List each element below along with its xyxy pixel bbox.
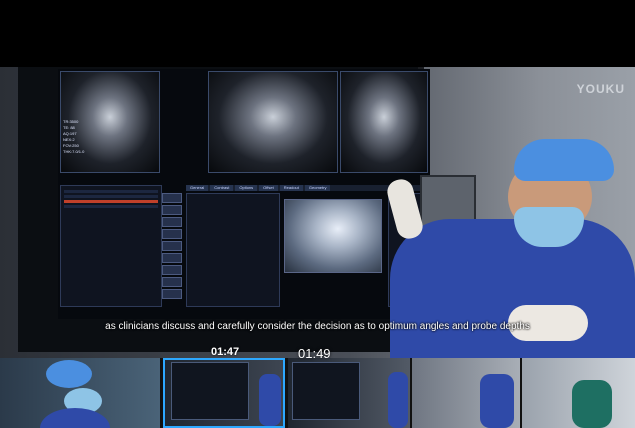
tab-options[interactable]: Options bbox=[235, 185, 258, 191]
scan-viewport-abdomen bbox=[208, 71, 338, 173]
monitor-screen: TR:3500 TE: 88 AQ:197 NEX:2 FOV:250 THK:… bbox=[58, 69, 430, 319]
thumb-monitor bbox=[292, 362, 360, 420]
tool-button[interactable] bbox=[162, 265, 182, 275]
video-player[interactable]: TR:3500 TE: 88 AQ:197 NEX:2 FOV:250 THK:… bbox=[0, 67, 635, 358]
protocol-list bbox=[60, 185, 162, 307]
tab-general[interactable]: General bbox=[186, 185, 209, 191]
monitor: TR:3500 TE: 88 AQ:197 NEX:2 FOV:250 THK:… bbox=[18, 67, 430, 352]
tool-button[interactable] bbox=[162, 217, 182, 227]
scan-label-te: TE: 88 bbox=[63, 125, 75, 130]
tab-contrast[interactable]: Contrast bbox=[210, 185, 234, 191]
tool-button[interactable] bbox=[162, 253, 182, 263]
current-timestamp: 01:49 bbox=[298, 346, 331, 361]
tool-button[interactable] bbox=[162, 205, 182, 215]
tab-geometry[interactable]: Geometry bbox=[304, 185, 331, 191]
hover-timestamp: 01:47 bbox=[211, 346, 240, 358]
thumb-person bbox=[480, 374, 514, 428]
tool-button[interactable] bbox=[162, 193, 182, 203]
youku-logo: YOUKU bbox=[576, 82, 625, 96]
parameter-panel bbox=[186, 193, 280, 307]
preview-thumbnail[interactable] bbox=[288, 358, 410, 428]
thumb-person bbox=[572, 380, 612, 428]
scan-label-tr: TR:3500 bbox=[63, 119, 79, 124]
list-item[interactable] bbox=[64, 190, 158, 193]
clinician-scrubs bbox=[390, 219, 635, 358]
thumb-person bbox=[259, 374, 281, 426]
tool-button[interactable] bbox=[162, 277, 182, 287]
tab-readout[interactable]: Readout bbox=[279, 185, 303, 191]
list-item[interactable] bbox=[64, 195, 158, 198]
scan-label-aq: AQ:197 bbox=[63, 131, 77, 136]
thumb-scrubs bbox=[40, 408, 110, 428]
gloved-hand-left bbox=[384, 176, 426, 242]
scanner-bore-image bbox=[284, 199, 382, 273]
preview-thumbnail[interactable] bbox=[412, 358, 520, 428]
tab-offset[interactable]: Offset bbox=[259, 185, 278, 191]
scan-label-thk: THK:7.0/1.0 bbox=[63, 149, 85, 154]
thumb-person bbox=[388, 372, 408, 428]
subtitle-caption: as clinicians discuss and carefully cons… bbox=[105, 321, 530, 332]
preview-thumbnail-strip bbox=[0, 358, 635, 428]
list-item-selected[interactable] bbox=[64, 200, 158, 203]
tool-button[interactable] bbox=[162, 241, 182, 251]
tool-button[interactable] bbox=[162, 229, 182, 239]
surgical-cap bbox=[514, 139, 614, 181]
scan-label-fov: FOV:250 bbox=[63, 143, 79, 148]
preview-thumbnail[interactable] bbox=[0, 358, 160, 428]
thumb-cap bbox=[46, 360, 92, 388]
thumb-monitor bbox=[171, 362, 249, 420]
preview-thumbnail[interactable] bbox=[522, 358, 635, 428]
tool-button[interactable] bbox=[162, 289, 182, 299]
preview-thumbnail-active[interactable] bbox=[163, 358, 285, 428]
scan-label-nex: NEX:2 bbox=[63, 137, 75, 142]
list-item[interactable] bbox=[64, 205, 158, 208]
